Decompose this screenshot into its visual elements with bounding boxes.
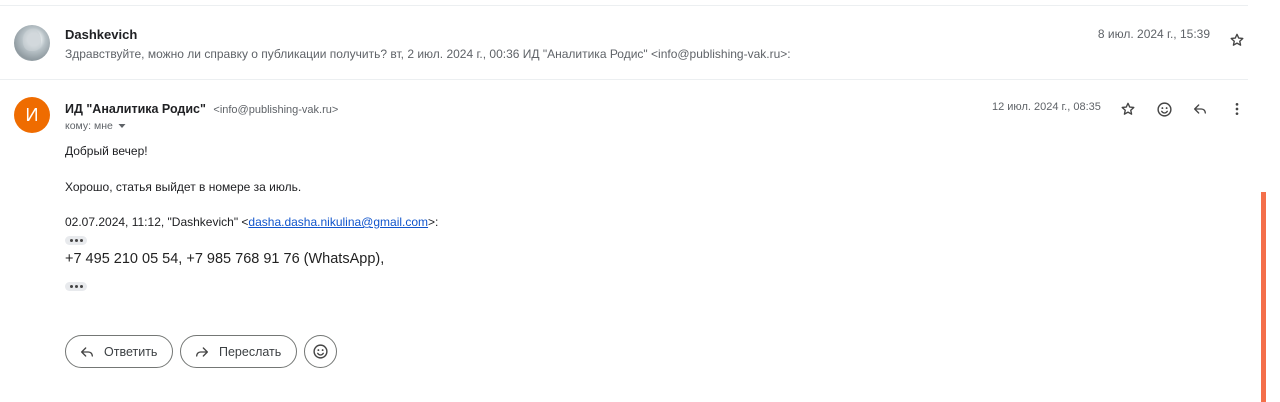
recipients-label: кому: мне — [65, 120, 113, 132]
message-body: Хорошо, статья выйдет в номере за июль. — [65, 180, 302, 194]
collapsed-date: 8 июл. 2024 г., 15:39 — [1097, 27, 1210, 41]
reply-button-label: Ответить — [104, 344, 158, 359]
star-icon[interactable] — [1116, 97, 1140, 121]
collapsed-message[interactable]: Dashkevich Здравствуйте, можно ли справк… — [0, 6, 1248, 80]
sender-line: ИД "Аналитика Родис" <info@publishing-va… — [65, 100, 338, 118]
sender-name[interactable]: ИД "Аналитика Родис" — [65, 102, 206, 116]
message-date: 12 июл. 2024 г., 08:35 — [992, 101, 1101, 113]
reply-icon[interactable] — [1188, 97, 1212, 121]
forward-button-label: Переслать — [219, 344, 282, 359]
collapsed-sender-name: Dashkevich — [65, 27, 138, 42]
forward-button[interactable]: Переслать — [180, 335, 297, 368]
message-greeting: Добрый вечер! — [65, 144, 148, 158]
quote-email-link[interactable]: dasha.dasha.nikulina@gmail.com — [248, 215, 428, 229]
show-trimmed-content-button[interactable] — [65, 282, 87, 291]
recipients-toggle[interactable]: кому: мне — [65, 120, 127, 132]
reply-icon — [81, 346, 93, 357]
reply-button[interactable]: Ответить — [65, 335, 173, 368]
sender-email: <info@publishing-vak.ru> — [213, 104, 339, 116]
emoji-icon — [313, 344, 328, 359]
quote-header: 02.07.2024, 11:12, "Dashkevich" <dasha.d… — [65, 215, 438, 229]
forward-icon — [196, 346, 208, 357]
quote-prefix: 02.07.2024, 11:12, "Dashkevich" < — [65, 215, 249, 229]
collapsed-snippet: Здравствуйте, можно ли справку о публика… — [65, 47, 791, 61]
sender-avatar[interactable] — [14, 25, 50, 61]
emoji-reaction-button[interactable] — [304, 335, 337, 368]
quote-suffix: >: — [428, 215, 439, 229]
star-icon[interactable] — [1227, 30, 1247, 50]
scrollbar-indicator[interactable] — [1261, 192, 1266, 402]
sender-avatar-letter[interactable]: И — [14, 97, 50, 133]
message-phones: +7 495 210 05 54, +7 985 768 91 76 (What… — [65, 251, 385, 267]
more-vert-icon[interactable] — [1225, 97, 1249, 121]
emoji-icon[interactable] — [1152, 97, 1176, 121]
caret-down-icon — [118, 124, 126, 128]
show-trimmed-content-button[interactable] — [65, 236, 87, 245]
